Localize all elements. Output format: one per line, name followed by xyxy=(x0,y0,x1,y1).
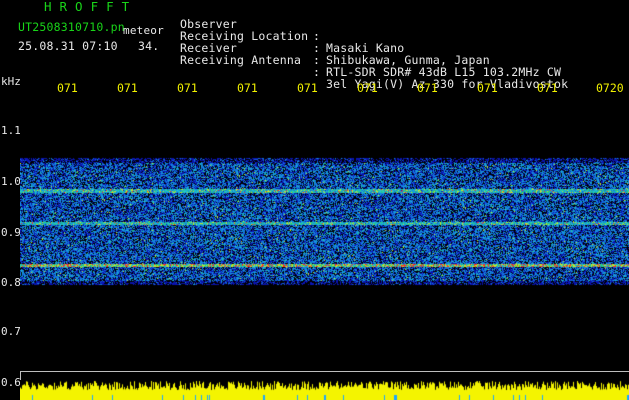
signal-level-bar xyxy=(20,380,629,400)
spectrogram-panel xyxy=(20,96,629,371)
info-label: Receiving Antenna xyxy=(180,53,302,67)
time-tick-label: 071 xyxy=(477,81,498,95)
plot-bottom-border xyxy=(20,371,629,372)
time-tick-label: 071 xyxy=(537,81,558,95)
meteor-label: meteor xyxy=(123,24,164,37)
info-row-receiver: Receiver : RTL-SDR SDR# 43dB L15 103.2MH… xyxy=(180,30,561,78)
hrofft-screen: HROFFT UT2508310710.pn meteor 25.08.31 0… xyxy=(0,0,629,400)
freq-tick-label: 1.0 xyxy=(1,175,21,188)
time-tick-label: 071 xyxy=(177,81,198,95)
brand-title: HROFFT xyxy=(44,0,138,14)
info-row-observer: Observer : Masaki Kano xyxy=(180,6,404,54)
freq-unit-label: kHz xyxy=(1,75,21,88)
time-tick-label: 071 xyxy=(357,81,378,95)
freq-tick-label: 0.8 xyxy=(1,276,21,289)
time-tick-label: 0720 xyxy=(596,81,624,95)
time-tick-label: 071 xyxy=(117,81,138,95)
info-row-location: Receiving Location : Shibukawa, Gunma, J… xyxy=(180,18,490,66)
freq-tick-label: 0.7 xyxy=(1,325,21,338)
time-tick-label: 071 xyxy=(57,81,78,95)
filename-label: UT2508310710.pn xyxy=(18,20,125,34)
time-tick-label: 071 xyxy=(417,81,438,95)
time-tick-label: 071 xyxy=(297,81,318,95)
info-row-antenna: Receiving Antenna : 3el Yagi(V) Az 330 f… xyxy=(180,42,568,90)
datetime-label: 25.08.31 07:10 xyxy=(18,39,118,53)
spectrogram-waterfall xyxy=(20,96,629,371)
info-colon: : xyxy=(313,65,321,79)
time-tick-label: 071 xyxy=(237,81,258,95)
freq-tick-label: 0.6 xyxy=(1,376,21,389)
meteor-count: 34. xyxy=(138,39,160,53)
freq-tick-label: 0.9 xyxy=(1,226,21,239)
freq-tick-label: 1.1 xyxy=(1,124,21,137)
